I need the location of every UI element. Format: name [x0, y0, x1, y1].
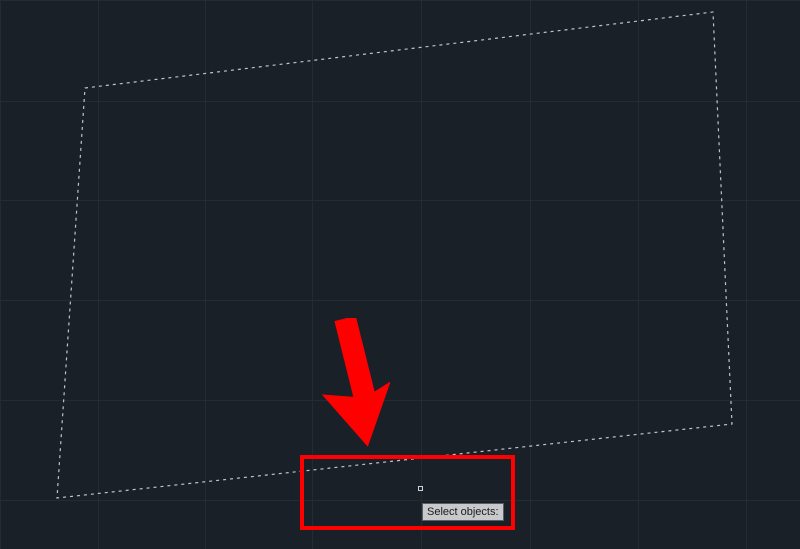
grid-line-vertical [421, 0, 422, 549]
grid-line-horizontal [0, 200, 800, 201]
grid-line-vertical [98, 0, 99, 549]
grid-line-vertical [746, 0, 747, 549]
grid-line-horizontal [0, 0, 800, 1]
grid-line-vertical [0, 0, 1, 549]
grid-line-horizontal [0, 500, 800, 501]
grid-line-vertical [312, 0, 313, 549]
command-tooltip: Select objects: [422, 503, 504, 521]
grid-line-horizontal [0, 101, 800, 102]
drawing-canvas[interactable]: Select objects: [0, 0, 800, 549]
grid-line-vertical [638, 0, 639, 549]
selection-marquee [0, 0, 800, 549]
grid-line-horizontal [0, 300, 800, 301]
grid-line-vertical [205, 0, 206, 549]
grid-line-horizontal [0, 400, 800, 401]
grid-line-vertical [530, 0, 531, 549]
